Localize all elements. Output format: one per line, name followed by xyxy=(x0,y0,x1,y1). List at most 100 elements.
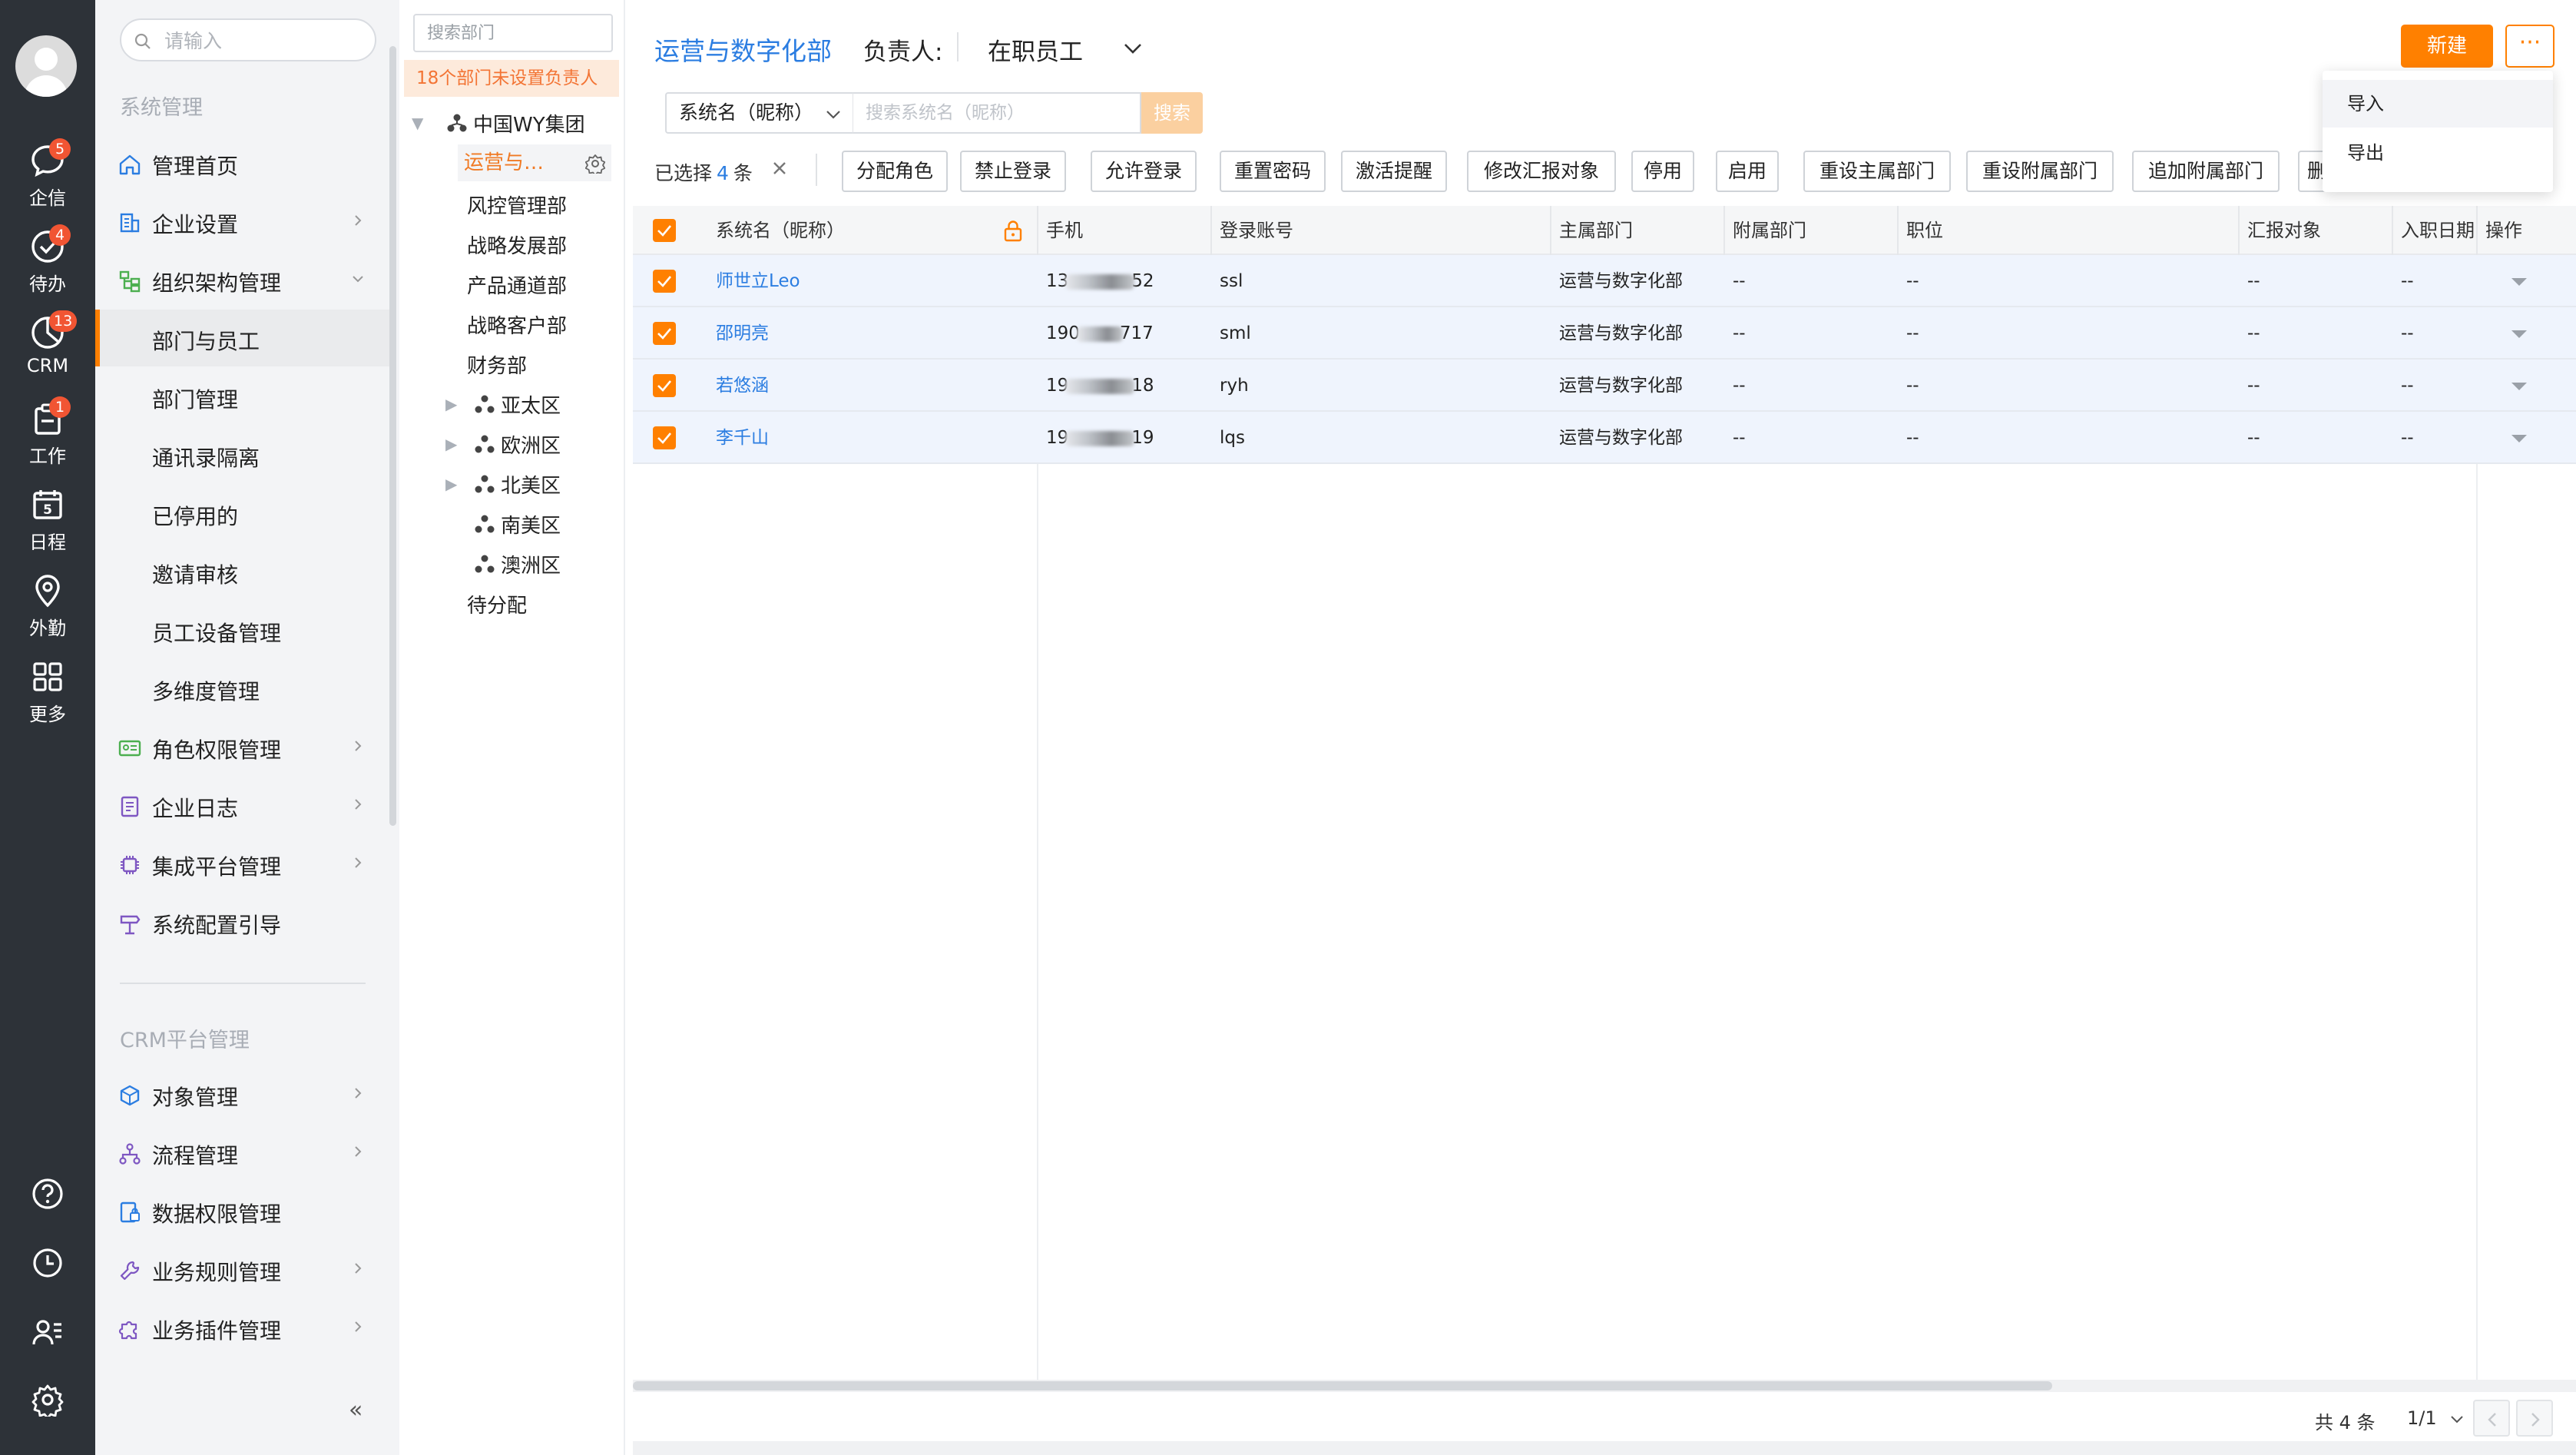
col-header-account[interactable]: 登录账号 xyxy=(1212,206,1551,255)
next-page-button[interactable] xyxy=(2516,1400,2553,1437)
tree-node-dept[interactable]: 产品通道部 xyxy=(467,270,567,299)
employee-status-select[interactable]: 在职员工 xyxy=(988,32,1141,67)
import-menu-item[interactable]: 导入 xyxy=(2323,80,2553,128)
row-checkbox[interactable] xyxy=(653,426,676,449)
menu-item-home[interactable]: 管理首页 xyxy=(95,134,392,191)
deactivate-button[interactable]: 停用 xyxy=(1631,151,1694,192)
employee-name-link[interactable]: 李千山 xyxy=(716,412,769,464)
clear-selection-icon[interactable] xyxy=(768,157,791,180)
search-field-select[interactable]: 系统名（昵称） xyxy=(665,92,853,134)
tree-node-region[interactable]: ▶ 亚太区 xyxy=(445,390,561,419)
col-header-hire-date[interactable]: 入职日期 xyxy=(2393,206,2478,255)
tree-node-region[interactable]: ▶ 北美区 xyxy=(445,470,561,499)
disable-login-button[interactable]: 禁止登录 xyxy=(960,151,1066,192)
more-actions-button[interactable]: ··· xyxy=(2505,25,2554,68)
prev-page-button[interactable] xyxy=(2473,1400,2510,1437)
menu-item-role-permission[interactable]: 角色权限管理 xyxy=(95,718,392,775)
tree-node-unassigned[interactable]: 待分配 xyxy=(467,590,527,618)
menu-item-integration[interactable]: 集成平台管理 xyxy=(95,835,392,892)
row-checkbox[interactable] xyxy=(653,270,676,293)
reset-sub-dept-button[interactable]: 重设附属部门 xyxy=(1966,151,2114,192)
user-avatar[interactable] xyxy=(15,35,77,97)
rail-item-more[interactable]: 更多 xyxy=(0,659,95,726)
menu-item-business-rules[interactable]: 业务规则管理 xyxy=(95,1241,392,1298)
dept-search-input[interactable] xyxy=(413,14,613,52)
table-row[interactable]: 李千山 19 19 lqs 运营与数字化部 -- -- -- -- xyxy=(633,412,2576,464)
select-all-checkbox[interactable] xyxy=(653,219,676,242)
rail-item-work[interactable]: 1 工作 xyxy=(0,396,95,468)
col-header-phone[interactable]: 手机 xyxy=(1038,206,1212,255)
tree-node-dept[interactable]: 战略发展部 xyxy=(467,230,567,259)
scrollbar-thumb[interactable] xyxy=(633,1381,2052,1390)
tree-node-root[interactable]: ▼ 中国WY集团 xyxy=(412,109,585,138)
employee-name-link[interactable]: 师世立Leo xyxy=(716,255,800,307)
menu-item-flow-manage[interactable]: 流程管理 xyxy=(95,1124,392,1181)
rail-item-messages[interactable]: 5 企信 xyxy=(0,138,95,210)
name-search-input[interactable] xyxy=(853,92,1141,134)
caret-right-icon[interactable]: ▶ xyxy=(445,475,457,493)
menu-item-org-structure[interactable]: 组织架构管理 xyxy=(95,251,392,308)
tree-node-dept[interactable]: 风控管理部 xyxy=(467,191,567,219)
menu-item-contact-isolation[interactable]: 通讯录隔离 xyxy=(95,426,392,483)
menu-search[interactable] xyxy=(120,18,376,61)
activation-reminder-button[interactable]: 激活提醒 xyxy=(1341,151,1447,192)
row-checkbox[interactable] xyxy=(653,322,676,345)
menu-item-data-permission[interactable]: 数据权限管理 xyxy=(95,1182,392,1239)
allow-login-button[interactable]: 允许登录 xyxy=(1091,151,1197,192)
reset-main-dept-button[interactable]: 重设主属部门 xyxy=(1803,151,1951,192)
caret-right-icon[interactable]: ▶ xyxy=(445,435,457,453)
append-sub-dept-button[interactable]: 追加附属部门 xyxy=(2132,151,2280,192)
row-actions-dropdown-icon[interactable] xyxy=(2510,277,2528,287)
menu-item-dept-manage[interactable]: 部门管理 xyxy=(95,368,392,425)
menu-search-input[interactable] xyxy=(163,26,363,55)
settings-button[interactable] xyxy=(0,1383,95,1420)
tree-node-dept[interactable]: 财务部 xyxy=(467,350,527,379)
horizontal-scrollbar[interactable] xyxy=(633,1380,2576,1392)
row-actions-dropdown-icon[interactable] xyxy=(2510,381,2528,392)
tree-node-region[interactable]: ▶ 欧洲区 xyxy=(445,430,561,459)
tree-node-region[interactable]: 南美区 xyxy=(475,510,561,539)
help-button[interactable] xyxy=(0,1177,95,1214)
menu-item-device-manage[interactable]: 员工设备管理 xyxy=(95,602,392,658)
rail-item-crm[interactable]: 13 CRM xyxy=(0,310,95,376)
collapse-menu-button[interactable]: « xyxy=(349,1397,363,1424)
page-select[interactable]: 1/1 xyxy=(2407,1407,2463,1429)
caret-down-icon[interactable]: ▼ xyxy=(412,114,423,132)
menu-item-dept-employee[interactable]: 部门与员工 xyxy=(95,310,392,366)
menu-item-business-plugins[interactable]: 业务插件管理 xyxy=(95,1299,392,1356)
tree-node-region[interactable]: 澳洲区 xyxy=(475,550,561,578)
menu-item-invite-review[interactable]: 邀请审核 xyxy=(95,543,392,600)
department-title[interactable]: 运营与数字化部 xyxy=(654,31,832,68)
employee-name-link[interactable]: 若悠涵 xyxy=(716,360,769,412)
tree-node-dept[interactable]: 战略客户部 xyxy=(467,310,567,339)
employee-name-link[interactable]: 邵明亮 xyxy=(716,307,769,360)
row-actions-dropdown-icon[interactable] xyxy=(2510,433,2528,444)
col-header-position[interactable]: 职位 xyxy=(1899,206,2240,255)
rail-item-calendar[interactable]: 5 日程 xyxy=(0,487,95,554)
rail-item-todo[interactable]: 4 待办 xyxy=(0,224,95,296)
menu-item-multi-dimension[interactable]: 多维度管理 xyxy=(95,660,392,717)
tree-node-selected-dept[interactable]: 运营与… xyxy=(458,144,611,181)
activate-button[interactable]: 启用 xyxy=(1716,151,1779,192)
menu-scrollbar[interactable] xyxy=(389,46,396,826)
table-row[interactable]: 师世立Leo 13 52 ssl 运营与数字化部 -- -- -- -- xyxy=(633,255,2576,307)
table-row[interactable]: 邵明亮 190 717 sml 运营与数字化部 -- -- -- -- xyxy=(633,307,2576,360)
change-report-to-button[interactable]: 修改汇报对象 xyxy=(1467,151,1616,192)
menu-item-object-manage[interactable]: 对象管理 xyxy=(95,1066,392,1122)
col-header-name[interactable]: 系统名（昵称） xyxy=(708,206,1038,255)
row-checkbox[interactable] xyxy=(653,374,676,397)
search-button[interactable]: 搜索 xyxy=(1141,92,1203,134)
col-header-sub-dept[interactable]: 附属部门 xyxy=(1725,206,1899,255)
menu-item-disabled[interactable]: 已停用的 xyxy=(95,485,392,542)
export-menu-item[interactable]: 导出 xyxy=(2323,129,2553,177)
new-employee-button[interactable]: 新建 xyxy=(2401,25,2493,68)
caret-right-icon[interactable]: ▶ xyxy=(445,395,457,413)
history-button[interactable] xyxy=(0,1246,95,1283)
col-header-report-to[interactable]: 汇报对象 xyxy=(2240,206,2393,255)
header-select-all[interactable] xyxy=(633,206,717,255)
assign-role-button[interactable]: 分配角色 xyxy=(842,151,948,192)
rail-item-field[interactable]: 外勤 xyxy=(0,573,95,640)
dept-settings-icon[interactable] xyxy=(585,154,605,174)
reset-password-button[interactable]: 重置密码 xyxy=(1220,151,1326,192)
dept-owner-warning[interactable]: 18个部门未设置负责人 xyxy=(404,60,619,97)
